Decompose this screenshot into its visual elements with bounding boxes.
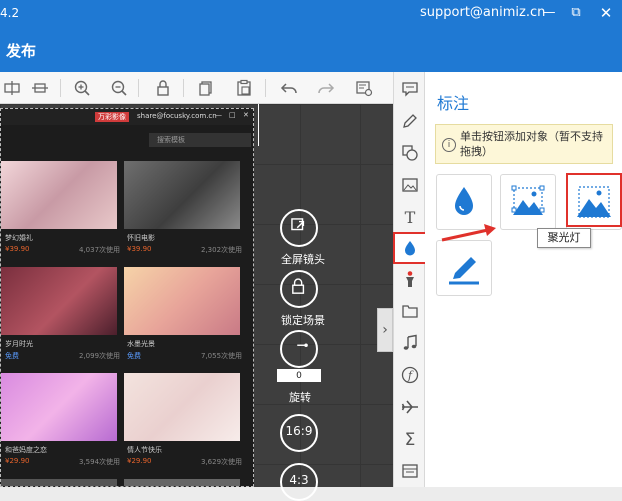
rotate-label: 旋转 <box>289 391 311 404</box>
tooltip: 聚光灯 <box>537 228 591 248</box>
image-icon[interactable] <box>400 176 420 196</box>
paste-icon[interactable] <box>232 76 256 100</box>
template-usage-count: 3,594次使用 <box>79 458 121 466</box>
fullscreen-camera-label: 全屏镜头 <box>281 253 325 266</box>
toolbar-divider <box>265 79 266 97</box>
toolbar-divider <box>60 79 61 97</box>
copy-icon[interactable] <box>194 76 218 100</box>
restore-button[interactable]: ⧉ <box>567 4 585 22</box>
hint-box: i 单击按钮添加对象（暂不支持拖拽） <box>435 124 613 164</box>
highlighter-icon <box>449 257 479 285</box>
lock-icon <box>292 278 305 294</box>
editor-canvas[interactable]: 万彩影像 share@focusky.com.cn — □ ✕ 搜索模板 梦幻婚… <box>0 104 393 487</box>
hint-text: 单击按钮添加对象（暂不支持拖拽） <box>460 130 603 158</box>
airplane-icon[interactable] <box>400 398 420 418</box>
template-price: ¥39.90 <box>5 245 30 253</box>
panel-collapse-handle[interactable]: › <box>377 308 393 352</box>
inbox-icon[interactable] <box>400 462 420 482</box>
slide-close-icon: ✕ <box>243 111 249 119</box>
droplet-icon <box>405 241 415 256</box>
app-version: 4.2 <box>0 6 20 20</box>
template-thumbnail <box>1 267 117 335</box>
undo-icon[interactable] <box>277 76 301 100</box>
shapes-icon[interactable] <box>400 144 420 164</box>
close-button[interactable]: ✕ <box>597 4 615 22</box>
highlighter-button[interactable] <box>436 240 492 296</box>
spotlight-frame-icon <box>511 185 545 215</box>
zoom-in-icon[interactable] <box>70 76 94 100</box>
ratio-4-3-button[interactable]: 4:3 <box>280 463 318 501</box>
support-email[interactable]: support@animiz.cn <box>420 5 545 20</box>
template-usage-count: 2,099次使用 <box>79 352 121 360</box>
template-thumbnail <box>124 373 240 441</box>
template-price: ¥29.90 <box>127 457 152 465</box>
slide-minimize-icon: — <box>215 111 222 119</box>
align-center-icon[interactable] <box>28 76 52 100</box>
template-thumbnail <box>1 373 117 441</box>
template-name: 情人节快乐 <box>127 446 162 454</box>
zoom-out-icon[interactable] <box>107 76 131 100</box>
annotation-tab[interactable] <box>393 232 427 264</box>
template-thumbnail <box>124 161 240 229</box>
template-thumbnail <box>1 479 117 486</box>
dial-indicator-icon <box>297 343 308 347</box>
template-thumbnail <box>1 161 117 229</box>
template-name: 怀旧电影 <box>127 234 155 242</box>
rotate-value-input[interactable]: 0 <box>277 369 321 382</box>
template-usage-count: 7,055次使用 <box>201 352 243 360</box>
sigma-icon[interactable]: Σ <box>400 430 420 450</box>
formula-icon[interactable]: f <box>400 366 420 386</box>
slide-restore-icon: □ <box>229 111 236 119</box>
folder-icon[interactable] <box>400 302 420 322</box>
slide-search-box: 搜索模板 <box>149 133 251 147</box>
toolbar-divider <box>183 79 184 97</box>
svg-text:f: f <box>407 369 414 382</box>
info-icon: i <box>442 138 456 152</box>
pencil-icon[interactable] <box>400 112 420 132</box>
rotate-dial[interactable] <box>280 330 318 368</box>
expand-icon <box>291 218 305 231</box>
publish-menu[interactable]: 发布 <box>6 40 36 61</box>
template-name: 梦幻婚礼 <box>5 234 33 242</box>
guide-arrow-icon <box>441 224 496 242</box>
fullscreen-camera-button[interactable] <box>280 209 318 247</box>
template-price: 免费 <box>5 352 19 360</box>
panel-title: 标注 <box>437 94 470 113</box>
speech-bubble-icon[interactable] <box>400 80 420 100</box>
toolbar-divider <box>138 79 139 97</box>
spotlight-highlight-frame <box>566 173 622 227</box>
object-type-sidebar: T f Σ <box>393 72 425 487</box>
guide-line <box>258 104 259 146</box>
menu-bar: 发布 <box>0 28 622 72</box>
redo-icon[interactable] <box>314 76 338 100</box>
brand-tag: 万彩影像 <box>95 112 129 122</box>
role-figure-icon[interactable] <box>400 270 420 290</box>
template-thumbnail <box>124 267 240 335</box>
template-price: 免费 <box>127 352 141 360</box>
minimize-button[interactable]: — <box>540 4 558 22</box>
template-usage-count: 4,037次使用 <box>79 246 121 254</box>
template-usage-count: 2,302次使用 <box>201 246 243 254</box>
title-bar: 4.2 support@animiz.cn — ⧉ ✕ <box>0 0 622 28</box>
ratio-16-9-button[interactable]: 16:9 <box>280 414 318 452</box>
spotlight-square-button[interactable] <box>500 174 556 230</box>
scene-slide[interactable]: 万彩影像 share@focusky.com.cn — □ ✕ 搜索模板 梦幻婚… <box>0 108 254 487</box>
template-usage-count: 3,629次使用 <box>201 458 243 466</box>
preview-settings-icon[interactable] <box>352 76 376 100</box>
template-price: ¥29.90 <box>5 457 30 465</box>
text-icon[interactable]: T <box>400 208 420 228</box>
slide-email: share@focusky.com.cn <box>137 112 217 120</box>
align-distribute-icon[interactable] <box>0 76 24 100</box>
template-price: ¥39.90 <box>127 245 152 253</box>
toolbar <box>0 72 393 104</box>
lock-icon[interactable] <box>151 76 175 100</box>
lock-scene-button[interactable] <box>280 270 318 308</box>
template-name: 水墨光景 <box>127 340 155 348</box>
template-name: 和爸妈度之恋 <box>5 446 47 454</box>
lock-scene-label: 锁定场景 <box>281 314 325 327</box>
template-name: 岁月时光 <box>5 340 33 348</box>
template-thumbnail <box>124 479 240 486</box>
droplet-icon <box>455 187 473 215</box>
music-icon[interactable] <box>400 334 420 354</box>
